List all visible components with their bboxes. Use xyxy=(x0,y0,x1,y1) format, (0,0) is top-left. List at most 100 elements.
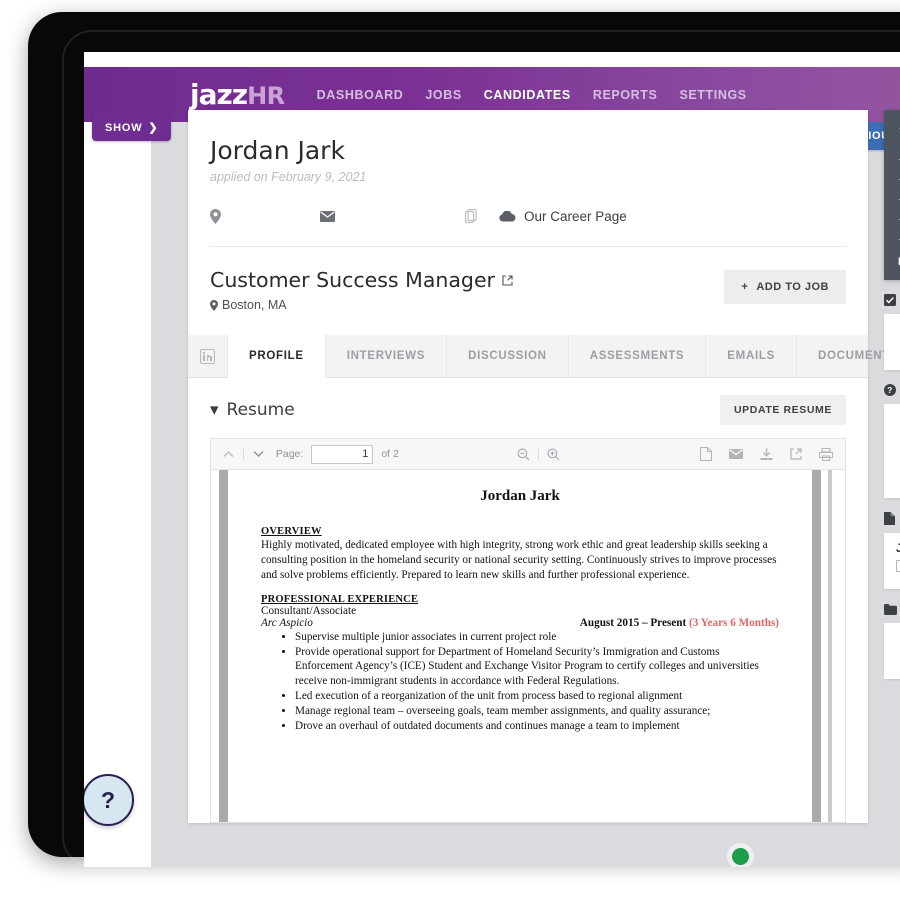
tab-discussion[interactable]: DISCUSSION xyxy=(447,335,569,377)
logo-text-main: jazz xyxy=(190,78,248,111)
document-icon xyxy=(884,512,895,525)
chevron-down-icon[interactable] xyxy=(253,450,264,458)
resume-overview-text: Highly motivated, dedicated employee wit… xyxy=(261,539,777,581)
cursor-indicator xyxy=(732,848,749,865)
resume-candidate-name: Jordan Jark xyxy=(480,488,560,504)
list-item: Supervise multiple junior associates in … xyxy=(295,630,779,645)
job-location: Boston, MA xyxy=(210,298,513,312)
candidate-source-label: Our Career Page xyxy=(524,208,627,224)
question-icon: ? xyxy=(884,384,896,396)
job-location-label: Boston, MA xyxy=(222,298,287,312)
page-label: Page: xyxy=(275,448,304,460)
chevron-right-icon: ❯ xyxy=(148,122,159,134)
right-sidebar: ☆☆☆☆☆ ★★★★★ ★★★★ ★★★ ★★ ★ No Stars ALL I… xyxy=(884,110,900,679)
folder-icon xyxy=(884,603,897,615)
rating-dropdown-panel: ☆☆☆☆☆ ★★★★★ ★★★★ ★★★ ★★ ★ No Stars xyxy=(884,110,900,280)
resume-date-range: August 2015 – Present (3 Years 6 Months) xyxy=(580,617,779,629)
left-rail-panel xyxy=(84,122,151,867)
tab-interviews[interactable]: INTERVIEWS xyxy=(326,335,448,377)
sidebar-section-body: This xyxy=(884,623,900,679)
add-to-job-button[interactable]: + ADD TO JOB xyxy=(724,270,846,304)
resume-date-range-text: August 2015 – Present xyxy=(579,616,687,629)
zoom-in-icon[interactable] xyxy=(547,447,560,461)
resume-bullet-list: Supervise multiple junior associates in … xyxy=(261,630,779,734)
resume-heading-label: Resume xyxy=(226,400,295,420)
candidate-source: Our Career Page xyxy=(499,209,627,224)
checkbox-icon xyxy=(884,294,896,306)
help-button[interactable]: ? xyxy=(84,774,134,826)
pdf-nav-controls: | Page: of 2 xyxy=(223,444,399,464)
nav-item-candidates[interactable]: CANDIDATES xyxy=(484,88,571,102)
map-pin-icon xyxy=(210,299,218,311)
resume-company: Arc Aspicio xyxy=(261,616,313,629)
resume-company-date-line: Arc Aspicio August 2015 – Present (3 Yea… xyxy=(261,617,779,629)
chevron-up-icon[interactable] xyxy=(223,450,234,458)
open-external-icon[interactable] xyxy=(790,448,802,460)
envelope-icon[interactable] xyxy=(729,449,743,459)
show-button-label: SHOW xyxy=(105,121,143,134)
resume-role: Consultant/Associate xyxy=(261,604,357,617)
job-title[interactable]: Customer Success Manager xyxy=(210,268,513,292)
contact-row: Our Career Page xyxy=(210,206,846,226)
sidebar-section-header[interactable]: ? QUESTIONNAIRE xyxy=(884,384,900,396)
page-number-input[interactable] xyxy=(311,444,374,464)
page-title: Jordan Jark xyxy=(210,136,345,165)
toolbar-separator: | xyxy=(242,448,245,460)
show-button[interactable]: SHOW ❯ xyxy=(92,114,172,141)
nav-item-jobs[interactable]: JOBS xyxy=(425,88,461,102)
job-title-text: Customer Success Manager xyxy=(210,268,495,292)
list-item: Drove an overhaul of outdated documents … xyxy=(295,719,779,734)
sidebar-section-header[interactable]: CATEGORIES xyxy=(884,603,900,615)
logo-text-suffix: HR xyxy=(247,82,285,110)
copy-icon[interactable] xyxy=(465,209,499,223)
sidebar-section-body xyxy=(884,314,900,370)
sidebar-section-all-incoming: ALL INCOMING xyxy=(884,294,900,370)
list-item: Manage regional team – overseeing goals,… xyxy=(295,704,779,719)
sidebar-section-body: Th xyxy=(884,404,900,498)
nav-item-settings[interactable]: SETTINGS xyxy=(679,88,746,102)
sidebar-section-categories: CATEGORIES This xyxy=(884,603,900,679)
jazzhr-logo[interactable]: jazz HR xyxy=(190,78,285,111)
job-row: Customer Success Manager Boston, MA + AD… xyxy=(210,247,846,312)
pdf-viewer: | Page: of 2 | xyxy=(210,438,846,823)
resume-page: Jordan Jark OVERVIEW Highly motivated, d… xyxy=(235,470,805,822)
zoom-out-icon[interactable] xyxy=(517,447,530,461)
pdf-action-controls xyxy=(700,447,833,461)
linkedin-icon xyxy=(200,348,215,364)
tablet-screen: jazz HR DASHBOARD JOBS CANDIDATES REPORTS… xyxy=(84,52,900,867)
download-icon[interactable] xyxy=(760,447,773,461)
pdf-zoom-controls: | xyxy=(517,447,560,461)
nav-item-reports[interactable]: REPORTS xyxy=(593,88,658,102)
add-to-job-label: ADD TO JOB xyxy=(756,281,829,293)
sidebar-section-body: Jordan_J PDF xyxy=(884,533,900,589)
pdf-scrollbar[interactable] xyxy=(828,470,832,822)
print-icon[interactable] xyxy=(819,447,833,461)
resume-experience-heading: PROFESSIONAL EXPERIENCE xyxy=(261,593,419,605)
nav-items: DASHBOARD JOBS CANDIDATES REPORTS SETTIN… xyxy=(317,88,747,102)
sidebar-section-header[interactable]: ALL INCOMING xyxy=(884,294,900,306)
resume-tenure: (3 Years 6 Months) xyxy=(688,616,779,629)
update-resume-button[interactable]: UPDATE RESUME xyxy=(719,395,846,425)
map-pin-icon xyxy=(210,208,320,224)
document-icon[interactable] xyxy=(700,447,712,461)
resume-section-header: ▾ Resume UPDATE RESUME xyxy=(188,378,868,438)
pdf-toolbar: | Page: of 2 | xyxy=(211,439,845,470)
open-external-icon[interactable] xyxy=(502,274,513,286)
sidebar-section-header[interactable]: DOCUMENTS xyxy=(884,512,900,525)
resume-heading[interactable]: ▾ Resume xyxy=(210,400,295,420)
tab-linkedin[interactable] xyxy=(188,335,228,377)
caret-down-icon: ▾ xyxy=(210,400,219,420)
envelope-icon xyxy=(320,210,465,222)
svg-text:?: ? xyxy=(887,385,893,395)
tab-assessments[interactable]: ASSESSMENTS xyxy=(569,335,707,377)
page-total-label: of 2 xyxy=(381,448,399,460)
pdf-file-icon xyxy=(896,560,900,572)
pdf-page-area[interactable]: Jordan Jark OVERVIEW Highly motivated, d… xyxy=(211,470,845,822)
resume-overview-heading: OVERVIEW xyxy=(261,526,322,537)
tab-profile[interactable]: PROFILE xyxy=(228,335,326,378)
job-info: Customer Success Manager Boston, MA xyxy=(210,268,513,312)
card-header-region: Jordan Jark applied on February 9, 2021 xyxy=(188,110,868,312)
tab-emails[interactable]: EMAILS xyxy=(706,335,797,377)
document-name[interactable]: Jordan_J xyxy=(896,543,900,555)
nav-item-dashboard[interactable]: DASHBOARD xyxy=(317,88,404,102)
